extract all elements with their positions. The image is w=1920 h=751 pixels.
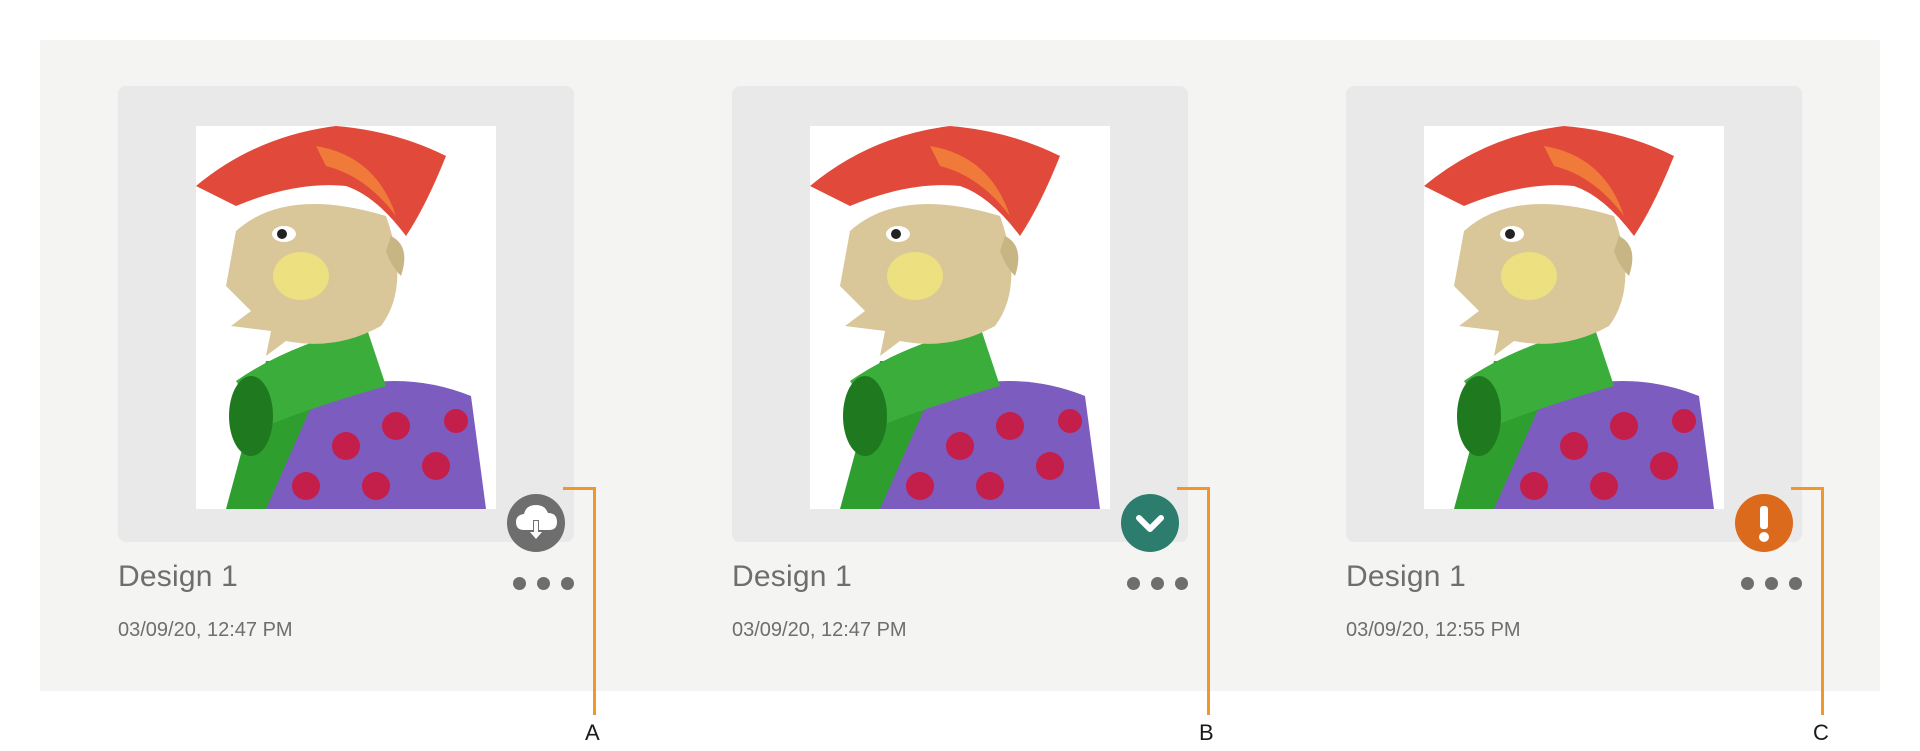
- callout-label-a: A: [585, 720, 600, 745]
- cloud-download-icon[interactable]: [507, 494, 565, 552]
- design-date: 03/09/20, 12:47 PM: [118, 619, 293, 641]
- thumbnail-frame[interactable]: [118, 86, 574, 552]
- callout-line-b: [1177, 487, 1210, 490]
- designs-panel: Design 1 03/09/20, 12:47 PM Design 1 03/…: [40, 40, 1880, 691]
- check-chevron-icon[interactable]: [1121, 494, 1179, 552]
- design-title: Design 1: [1346, 560, 1467, 593]
- design-card[interactable]: Design 1 03/09/20, 12:47 PM: [732, 40, 1188, 641]
- thumbnail-frame[interactable]: [732, 86, 1188, 552]
- more-options-icon[interactable]: [513, 577, 574, 590]
- more-options-icon[interactable]: [1127, 577, 1188, 590]
- design-date: 03/09/20, 12:55 PM: [1346, 619, 1521, 641]
- design-thumbnail: [196, 126, 496, 509]
- more-options-icon[interactable]: [1741, 577, 1802, 590]
- callout-line-b: [1207, 487, 1210, 715]
- callout-line-a: [563, 487, 596, 490]
- design-card[interactable]: Design 1 03/09/20, 12:47 PM: [118, 40, 574, 641]
- callout-line-a: [593, 487, 596, 715]
- design-title: Design 1: [732, 560, 853, 593]
- design-thumbnail: [810, 126, 1110, 509]
- thumbnail-frame[interactable]: [1346, 86, 1802, 552]
- design-date: 03/09/20, 12:47 PM: [732, 619, 907, 641]
- design-title: Design 1: [118, 560, 239, 593]
- callout-label-c: C: [1813, 720, 1829, 745]
- design-card[interactable]: Design 1 03/09/20, 12:55 PM: [1346, 40, 1802, 641]
- callout-label-b: B: [1199, 720, 1214, 745]
- callout-line-c: [1791, 487, 1824, 490]
- design-thumbnail: [1424, 126, 1724, 509]
- callout-line-c: [1821, 487, 1824, 715]
- alert-icon[interactable]: [1735, 494, 1793, 552]
